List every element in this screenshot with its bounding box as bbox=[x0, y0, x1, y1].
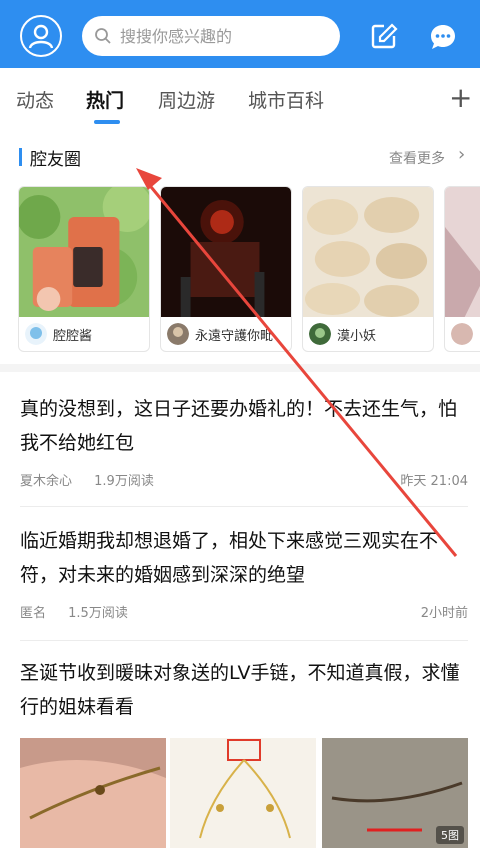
search-icon bbox=[95, 28, 111, 44]
avatar bbox=[167, 323, 189, 345]
post-image-grid[interactable]: 5图 bbox=[20, 738, 468, 848]
tab-dongtai[interactable]: 动态 bbox=[16, 86, 54, 113]
post-time: 2小时前 bbox=[420, 606, 468, 621]
post-image[interactable] bbox=[170, 738, 316, 848]
search-input[interactable] bbox=[120, 26, 330, 46]
post-meta: 夏木余心 1.9万阅读 昨天 21:04 bbox=[20, 470, 468, 489]
card-user: 永遠守護你毗 bbox=[167, 323, 273, 345]
see-more-link[interactable]: 查看更多 bbox=[389, 148, 445, 168]
post-item[interactable]: 真的没想到，这日子还要办婚礼的！不去还生气，怕我不给她红包 夏木余心 1.9万阅… bbox=[20, 392, 468, 489]
divider bbox=[20, 506, 468, 507]
post-title[interactable]: 真的没想到，这日子还要办婚礼的！不去还生气，怕我不给她红包 bbox=[20, 392, 468, 460]
circle-card-row[interactable]: 腔腔酱 永遠守護你毗 漠小妖 bbox=[18, 186, 480, 354]
card-photo bbox=[303, 187, 433, 317]
circle-card[interactable]: 腔腔酱 bbox=[18, 186, 150, 352]
section-accent-bar bbox=[19, 148, 22, 166]
avatar bbox=[451, 323, 473, 345]
circle-card[interactable]: 漠小妖 bbox=[302, 186, 434, 352]
post-author: 夏木余心 bbox=[20, 474, 73, 489]
post-title[interactable]: 圣诞节收到暖昧对象送的LV手链，不知道真假，求懂行的姐妹看看 bbox=[20, 656, 468, 724]
section-title: 腔友圈 bbox=[30, 150, 81, 170]
tab-nearby-travel[interactable]: 周边游 bbox=[158, 86, 215, 113]
avatar bbox=[309, 323, 331, 345]
card-user: 腔腔酱 bbox=[25, 323, 92, 345]
circle-section-header: 腔友圈 查看更多 › bbox=[0, 140, 480, 176]
active-tab-indicator bbox=[94, 120, 120, 124]
card-photo bbox=[19, 187, 149, 317]
card-username: 漠小妖 bbox=[337, 328, 377, 344]
image-count-badge: 5图 bbox=[436, 826, 464, 844]
post-reads: 1.9万阅读 bbox=[94, 474, 154, 489]
circle-card[interactable]: 永遠守護你毗 bbox=[160, 186, 292, 352]
post-image[interactable] bbox=[20, 738, 166, 848]
card-username: 腔腔酱 bbox=[53, 328, 93, 344]
user-icon bbox=[28, 24, 54, 49]
edit-icon bbox=[371, 23, 398, 49]
card-photo bbox=[161, 187, 291, 317]
top-bar bbox=[0, 0, 480, 68]
search-bar[interactable] bbox=[82, 16, 340, 56]
compose-button[interactable] bbox=[370, 22, 398, 50]
post-item[interactable]: 圣诞节收到暖昧对象送的LV手链，不知道真假，求懂行的姐妹看看 bbox=[20, 656, 468, 724]
chat-bubble-icon bbox=[431, 25, 455, 49]
post-author: 匿名 bbox=[20, 606, 47, 621]
post-time: 昨天 21:04 bbox=[400, 474, 468, 489]
add-tab-icon[interactable]: + bbox=[449, 84, 472, 112]
post-meta: 匿名 1.5万阅读 2小时前 bbox=[20, 602, 468, 621]
tab-bar: 动态 热门 周边游 城市百科 + bbox=[0, 68, 480, 132]
section-divider bbox=[0, 364, 480, 372]
chevron-right-icon[interactable]: › bbox=[458, 144, 465, 165]
card-username: 永遠守護你毗 bbox=[195, 328, 274, 344]
card-photo bbox=[445, 187, 480, 317]
divider bbox=[20, 640, 468, 641]
tab-hot[interactable]: 热门 bbox=[86, 86, 124, 113]
user-avatar-button[interactable] bbox=[20, 15, 62, 57]
post-title[interactable]: 临近婚期我却想退婚了，相处下来感觉三观实在不符，对未来的婚姻感到深深的绝望 bbox=[20, 524, 468, 592]
post-reads: 1.5万阅读 bbox=[68, 606, 128, 621]
circle-card[interactable] bbox=[444, 186, 480, 352]
post-item[interactable]: 临近婚期我却想退婚了，相处下来感觉三观实在不符，对未来的婚姻感到深深的绝望 匿名… bbox=[20, 524, 468, 621]
messages-button[interactable] bbox=[428, 22, 458, 52]
avatar bbox=[25, 323, 47, 345]
tab-city-wiki[interactable]: 城市百科 bbox=[248, 86, 324, 113]
card-user: 漠小妖 bbox=[309, 323, 376, 345]
card-user bbox=[451, 323, 479, 345]
